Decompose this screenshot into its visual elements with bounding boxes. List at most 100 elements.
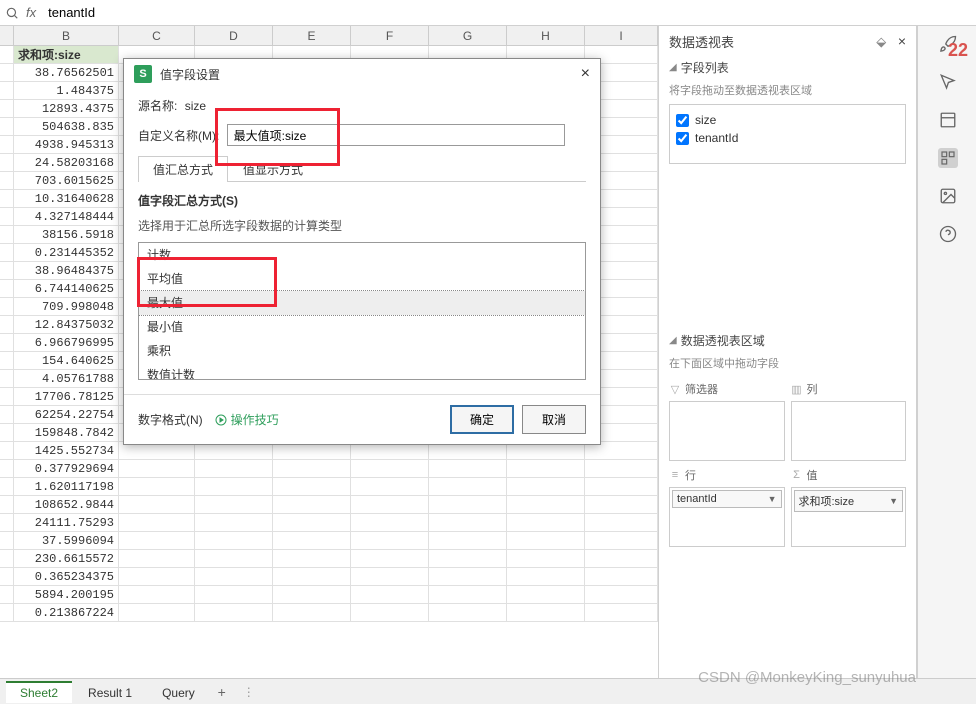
data-cell[interactable]: 6.744140625 xyxy=(14,280,119,297)
col-header-g[interactable]: G xyxy=(429,26,507,45)
data-cell[interactable]: 1.484375 xyxy=(14,82,119,99)
custom-name-input[interactable] xyxy=(227,124,565,146)
value-drop-area[interactable]: 求和项:size▼ xyxy=(791,487,907,547)
data-cell[interactable]: 38156.5918 xyxy=(14,226,119,243)
data-cell[interactable]: 703.6015625 xyxy=(14,172,119,189)
calc-option[interactable]: 计数 xyxy=(139,243,585,267)
data-cell[interactable]: 230.6615572 xyxy=(14,550,119,567)
col-header-e[interactable]: E xyxy=(273,26,351,45)
data-cell[interactable]: 0.365234375 xyxy=(14,568,119,585)
col-header-i[interactable]: I xyxy=(585,26,658,45)
cancel-button[interactable]: 取消 xyxy=(522,405,586,434)
data-cell[interactable]: 37.5996094 xyxy=(14,532,119,549)
tips-button[interactable]: 操作技巧 xyxy=(215,411,279,428)
pivot-area-hint: 在下面区域中拖动字段 xyxy=(669,355,906,371)
data-cell[interactable]: 17706.78125 xyxy=(14,388,119,405)
custom-name-label: 自定义名称(M): xyxy=(138,127,219,144)
data-cell[interactable]: 4.327148444 xyxy=(14,208,119,225)
calc-option[interactable]: 平均值 xyxy=(139,267,585,291)
filter-icon: ▽ xyxy=(669,383,681,395)
help-icon[interactable] xyxy=(938,224,958,244)
pin-icon[interactable]: ⬙ xyxy=(876,34,886,49)
data-cell[interactable]: 38.96484375 xyxy=(14,262,119,279)
source-name-value: size xyxy=(185,99,206,113)
col-header-b[interactable]: B xyxy=(14,26,119,45)
field-list[interactable]: size tenantId xyxy=(669,104,906,164)
data-cell[interactable]: 12893.4375 xyxy=(14,100,119,117)
data-cell[interactable]: 504638.835 xyxy=(14,118,119,135)
calc-option[interactable]: 数值计数 xyxy=(139,363,585,380)
ok-button[interactable]: 确定 xyxy=(450,405,514,434)
data-cell[interactable]: 0.213867224 xyxy=(14,604,119,621)
col-header-corner[interactable] xyxy=(0,26,14,45)
data-cell[interactable]: 12.84375032 xyxy=(14,316,119,333)
field-checkbox-tenantid[interactable] xyxy=(676,132,689,145)
more-sheets-icon[interactable]: ⋮ xyxy=(243,685,255,699)
filter-drop-area[interactable] xyxy=(669,401,785,461)
row-drop-area[interactable]: tenantId▼ xyxy=(669,487,785,547)
value-field-settings-dialog: S 值字段设置 × 源名称: size 自定义名称(M): 值汇总方式 值显示方… xyxy=(123,58,601,445)
data-cell[interactable]: 0.231445352 xyxy=(14,244,119,261)
panel-close-icon[interactable]: × xyxy=(898,33,906,49)
value-chip-size[interactable]: 求和项:size▼ xyxy=(794,490,904,512)
field-item-tenantid[interactable]: tenantId xyxy=(676,129,899,147)
caret-icon: ◢ xyxy=(669,335,677,346)
calculation-type-list[interactable]: 计数平均值最大值最小值乘积数值计数 xyxy=(138,242,586,380)
number-format-button[interactable]: 数字格式(N) xyxy=(138,411,203,428)
dialog-close-icon[interactable]: × xyxy=(581,65,590,83)
sheet-tab-sheet2[interactable]: Sheet2 xyxy=(6,681,72,703)
data-cell[interactable]: 159848.7842 xyxy=(14,424,119,441)
col-header-h[interactable]: H xyxy=(507,26,585,45)
data-cell[interactable]: 1425.552734 xyxy=(14,442,119,459)
sheet-tab-query[interactable]: Query xyxy=(148,681,209,703)
pointer-icon[interactable] xyxy=(938,72,958,92)
calc-option[interactable]: 乘积 xyxy=(139,339,585,363)
field-checkbox-size[interactable] xyxy=(676,114,689,127)
data-cell[interactable]: 24111.75293 xyxy=(14,514,119,531)
row-area-label: 行 xyxy=(685,467,696,483)
chevron-down-icon: ▼ xyxy=(768,494,777,504)
fx-label[interactable]: fx xyxy=(26,5,36,20)
pivot-header[interactable]: 求和项:size xyxy=(14,46,119,63)
data-cell[interactable]: 108652.9844 xyxy=(14,496,119,513)
data-cell[interactable]: 5894.200195 xyxy=(14,586,119,603)
data-cell[interactable]: 4.05761788 xyxy=(14,370,119,387)
col-header-c[interactable]: C xyxy=(119,26,195,45)
data-cell[interactable]: 4938.945313 xyxy=(14,136,119,153)
data-cell[interactable]: 62254.22754 xyxy=(14,406,119,423)
data-cell[interactable]: 24.58203168 xyxy=(14,154,119,171)
row-icon: ≡ xyxy=(669,469,681,481)
filter-area-label: 筛选器 xyxy=(685,381,718,397)
pivot-table-panel: 数据透视表 ⬙ × ◢字段列表 将字段拖动至数据透视表区域 size tenan… xyxy=(659,26,917,678)
data-cell[interactable]: 709.998048 xyxy=(14,298,119,315)
calc-option[interactable]: 最小值 xyxy=(139,315,585,339)
field-item-size[interactable]: size xyxy=(676,111,899,129)
row-chip-tenantid[interactable]: tenantId▼ xyxy=(672,490,782,508)
calc-option[interactable]: 最大值 xyxy=(139,291,585,315)
col-header-d[interactable]: D xyxy=(195,26,273,45)
data-cell[interactable]: 154.640625 xyxy=(14,352,119,369)
dialog-titlebar[interactable]: S 值字段设置 × xyxy=(124,59,600,89)
sheet-tab-result1[interactable]: Result 1 xyxy=(74,681,146,703)
notification-badge: 22 xyxy=(948,40,968,61)
formula-bar: fx xyxy=(0,0,976,26)
data-cell[interactable]: 6.966796995 xyxy=(14,334,119,351)
data-cell[interactable]: 38.76562501 xyxy=(14,64,119,81)
image-icon[interactable] xyxy=(938,186,958,206)
add-sheet-button[interactable]: + xyxy=(211,684,233,700)
tab-summary-method[interactable]: 值汇总方式 xyxy=(138,156,228,182)
search-icon[interactable] xyxy=(4,5,20,21)
caret-icon: ◢ xyxy=(669,62,677,73)
pivot-icon[interactable] xyxy=(938,148,958,168)
tab-display-method[interactable]: 值显示方式 xyxy=(228,156,318,182)
format-icon[interactable] xyxy=(938,110,958,130)
formula-input[interactable] xyxy=(42,3,582,23)
field-list-hint: 将字段拖动至数据透视表区域 xyxy=(669,82,906,98)
field-list-header: 字段列表 xyxy=(681,59,729,76)
data-cell[interactable]: 0.377929694 xyxy=(14,460,119,477)
col-header-f[interactable]: F xyxy=(351,26,429,45)
data-cell[interactable]: 1.620117198 xyxy=(14,478,119,495)
data-cell[interactable]: 10.31640628 xyxy=(14,190,119,207)
column-drop-area[interactable] xyxy=(791,401,907,461)
sheet-tabs-bar: Sheet2 Result 1 Query + ⋮ xyxy=(0,678,976,704)
